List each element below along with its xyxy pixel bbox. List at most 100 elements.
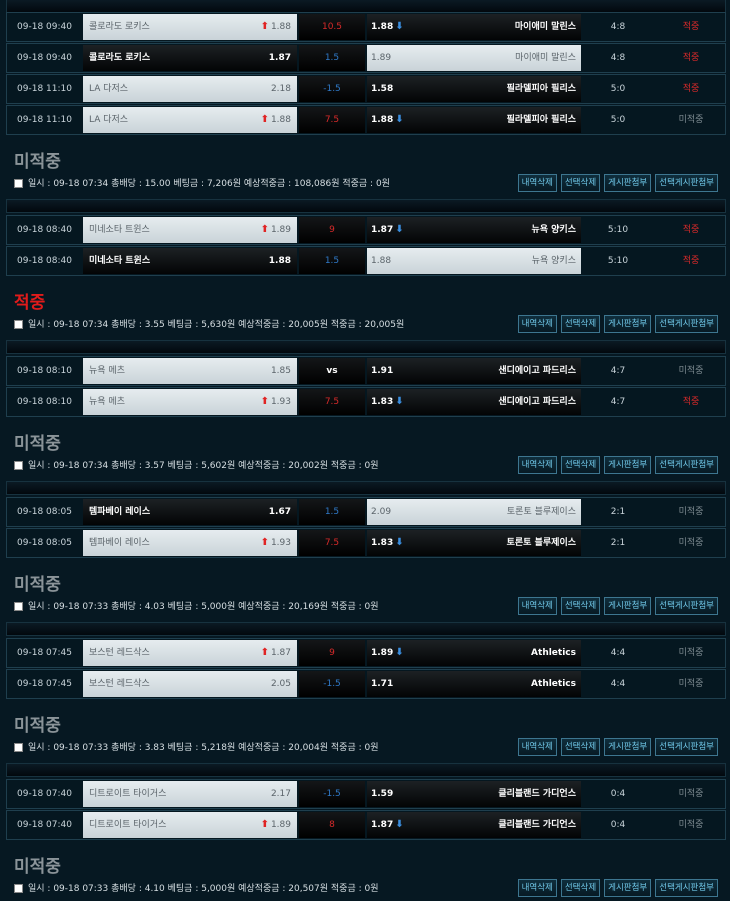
attach-selected-board-button[interactable]: 선택게시판첨부 [655,456,718,474]
bet-row: 09-18 07:40 디트로이트 타이거스 2.17 -1.5 1.59 클리블랜드 가… [6,779,726,809]
delete-selected-button[interactable]: 선택삭제 [560,738,601,756]
home-team-cell[interactable]: 콜로라도 로키스 1.87 [83,45,297,71]
match-datetime: 09-18 07:45 [17,648,72,658]
away-odds: 1.88 ⬇ [371,21,404,32]
home-team-cell[interactable]: 디트로이트 타이거스 ⬆ 1.89 [83,812,297,838]
match-datetime: 09-18 07:40 [17,789,72,799]
attach-selected-board-button[interactable]: 선택게시판첨부 [655,879,718,897]
home-team-cell[interactable]: 미네소타 트윈스 1.88 [83,248,297,274]
arrow-down-icon: ⬇ [395,819,404,830]
select-checkbox[interactable] [14,602,23,611]
delete-selected-button[interactable]: 선택삭제 [560,879,601,897]
delete-history-button[interactable]: 내역삭제 [517,315,557,333]
bet-row: 09-18 08:40 미네소타 트윈스 1.88 1.5 1.88 뉴욕 양키스 5:10… [6,246,726,276]
home-team-cell[interactable]: 보스턴 레드삭스 ⬆ 1.87 [83,640,297,666]
arrow-up-icon: ⬆ [260,114,269,125]
away-team-name: 뉴욕 양키스 [531,256,576,266]
away-team-cell[interactable]: 1.88 ⬇ 마이애미 말린스 [367,14,581,40]
home-odds: 2.17 [270,789,291,799]
match-datetime: 09-18 11:10 [17,115,72,125]
summary-text: 일시 : 09-18 07:34 총배당 : 15.00 베팅금 : 7,206… [28,179,390,189]
home-team-name: 미네소타 트윈스 [89,256,151,266]
attach-selected-board-button[interactable]: 선택게시판첨부 [655,597,718,615]
bet-row: 09-18 08:10 뉴욕 메츠 ⬆ 1.93 7.5 1.83 ⬇ 샌디에이고 파드리스 4… [6,387,726,417]
delete-history-button[interactable]: 내역삭제 [517,738,557,756]
delete-selected-button[interactable]: 선택삭제 [560,315,601,333]
attach-board-button[interactable]: 게시판첨부 [604,315,652,333]
group-header-bar [6,481,726,495]
away-team-cell[interactable]: 1.58 필라델피아 필리스 [367,76,581,102]
away-team-cell[interactable]: 1.91 샌디에이고 파드리스 [367,358,581,384]
action-buttons: 내역삭제 선택삭제 게시판첨부 선택게시판첨부 [514,174,718,192]
attach-board-button[interactable]: 게시판첨부 [604,174,652,192]
attach-selected-board-button[interactable]: 선택게시판첨부 [655,174,718,192]
action-buttons: 내역삭제 선택삭제 게시판첨부 선택게시판첨부 [514,738,718,756]
match-datetime: 09-18 07:40 [17,820,72,830]
home-team-cell[interactable]: 뉴욕 메츠 ⬆ 1.93 [83,389,297,415]
attach-board-button[interactable]: 게시판첨부 [604,738,652,756]
select-checkbox[interactable] [14,461,23,470]
delete-history-button[interactable]: 내역삭제 [517,879,557,897]
delete-history-button[interactable]: 내역삭제 [517,174,557,192]
row-result: 미적중 [678,789,704,799]
handicap-value: 7.5 [299,389,365,415]
delete-history-button[interactable]: 내역삭제 [517,456,557,474]
match-score: 2:1 [610,507,626,517]
away-team-name: 뉴욕 양키스 [531,225,576,235]
bet-row: 09-18 08:40 미네소타 트윈스 ⬆ 1.89 9 1.87 ⬇ 뉴욕 양키스 5:10… [6,215,726,245]
away-team-cell[interactable]: 1.88 뉴욕 양키스 [367,248,581,274]
bet-status: 미적중 [14,575,61,595]
away-team-cell[interactable]: 1.87 ⬇ 뉴욕 양키스 [367,217,581,243]
home-team-cell[interactable]: 뉴욕 메츠 1.85 [83,358,297,384]
home-team-cell[interactable]: LA 다저스 2.18 [83,76,297,102]
attach-board-button[interactable]: 게시판첨부 [604,597,652,615]
away-team-name: Athletics [531,679,576,689]
home-team-cell[interactable]: 미네소타 트윈스 ⬆ 1.89 [83,217,297,243]
attach-board-button[interactable]: 게시판첨부 [604,879,652,897]
away-team-cell[interactable]: 1.89 ⬇ Athletics [367,640,581,666]
row-result: 미적중 [678,648,704,658]
select-checkbox[interactable] [14,884,23,893]
handicap-value: -1.5 [299,671,365,697]
away-team-cell[interactable]: 1.88 ⬇ 필라델피아 필리스 [367,107,581,133]
away-team-cell[interactable]: 1.87 ⬇ 클리블랜드 가디언스 [367,812,581,838]
away-team-cell[interactable]: 2.09 토론토 블루제이스 [367,499,581,525]
home-team-cell[interactable]: 콜로라도 로키스 ⬆ 1.88 [83,14,297,40]
home-team-cell[interactable]: 디트로이트 타이거스 2.17 [83,781,297,807]
attach-board-button[interactable]: 게시판첨부 [604,456,652,474]
away-odds: 1.89 ⬇ [371,647,404,658]
home-team-cell[interactable]: LA 다저스 ⬆ 1.88 [83,107,297,133]
match-score: 5:10 [607,225,629,235]
arrow-down-icon: ⬇ [395,647,404,658]
bet-summary: 일시 : 09-18 07:34 총배당 : 3.55 베팅금 : 5,630원… [14,315,724,337]
away-team-cell[interactable]: 1.71 Athletics [367,671,581,697]
select-checkbox[interactable] [14,179,23,188]
home-team-name: 뉴욕 메츠 [89,397,125,407]
bet-row: 09-18 07:45 보스턴 레드삭스 2.05 -1.5 1.71 Athletics… [6,669,726,699]
delete-history-button[interactable]: 내역삭제 [517,597,557,615]
select-checkbox[interactable] [14,320,23,329]
arrow-up-icon: ⬆ [260,537,269,548]
away-team-name: 토론토 블루제이스 [506,507,576,517]
away-team-cell[interactable]: 1.83 ⬇ 샌디에이고 파드리스 [367,389,581,415]
row-result: 적중 [682,397,700,407]
match-datetime: 09-18 11:10 [17,84,72,94]
select-checkbox[interactable] [14,743,23,752]
home-team-cell[interactable]: 템파베이 레이스 ⬆ 1.93 [83,530,297,556]
home-team-cell[interactable]: 보스턴 레드삭스 2.05 [83,671,297,697]
match-score: 2:1 [610,538,626,548]
delete-selected-button[interactable]: 선택삭제 [560,597,601,615]
home-team-cell[interactable]: 템파베이 레이스 1.67 [83,499,297,525]
delete-selected-button[interactable]: 선택삭제 [560,456,601,474]
handicap-value: 1.5 [299,248,365,274]
handicap-value: 1.5 [299,45,365,71]
attach-selected-board-button[interactable]: 선택게시판첨부 [655,738,718,756]
home-odds: 2.18 [270,84,291,94]
away-team-cell[interactable]: 1.89 마이애미 말린스 [367,45,581,71]
handicap-value: 9 [299,640,365,666]
away-team-cell[interactable]: 1.59 클리블랜드 가디언스 [367,781,581,807]
match-score: 4:4 [610,679,626,689]
attach-selected-board-button[interactable]: 선택게시판첨부 [655,315,718,333]
away-team-cell[interactable]: 1.83 ⬇ 토론토 블루제이스 [367,530,581,556]
delete-selected-button[interactable]: 선택삭제 [560,174,601,192]
